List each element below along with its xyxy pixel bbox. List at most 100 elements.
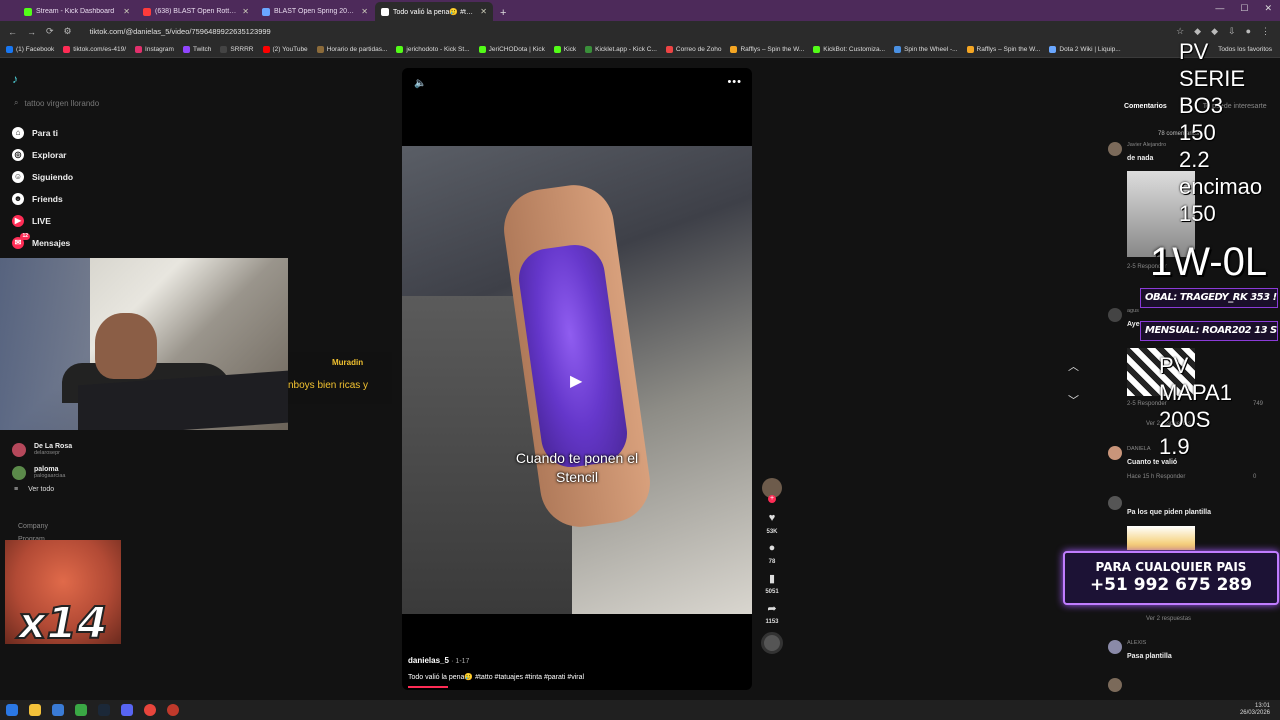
bookmark-icon: ▮ [768, 573, 776, 585]
bookmark-item[interactable]: jerichodoto - Kick St... [396, 46, 470, 53]
close-tab-icon[interactable]: ✕ [361, 7, 368, 16]
author-avatar[interactable] [762, 478, 782, 503]
profile-icon[interactable]: ● [1246, 26, 1251, 37]
sidebar-item-explorar[interactable]: ◎ Explorar [12, 144, 73, 166]
app-icon[interactable] [75, 704, 87, 716]
video-frame[interactable]: ▶ Cuando te ponen el Stencil [402, 146, 752, 614]
browser-tab[interactable]: Todo valió la pena🥲 #tatto ✕ [375, 2, 493, 21]
close-icon[interactable]: ✕ [1264, 3, 1272, 14]
view-replies[interactable]: Ver 2 respuestas [1146, 616, 1191, 622]
window-controls: — ☐ ✕ [1215, 3, 1272, 14]
steam-icon[interactable] [98, 704, 110, 716]
more-options-icon[interactable]: ••• [727, 76, 742, 88]
bookmark-item[interactable]: Twitch [182, 46, 211, 53]
comment-image[interactable] [1127, 526, 1195, 550]
search-input[interactable]: ⌕ tattoo virgen llorando [14, 98, 99, 108]
comment-likes[interactable]: 749 [1253, 401, 1263, 407]
comment-button[interactable]: ● 78 [769, 542, 776, 565]
notification-badge: 12 [20, 233, 30, 240]
bookmark-item[interactable]: Rafflys – Spin the W... [730, 46, 804, 53]
avatar[interactable] [1108, 496, 1122, 510]
bookmark-item[interactable]: Spin the Wheel -... [894, 46, 958, 53]
webcam-chair [0, 258, 90, 430]
site-info-icon[interactable]: ⚙ [64, 26, 72, 37]
bookmark-item[interactable]: KickBot: Customiza... [813, 46, 885, 53]
footer-link[interactable]: Company [18, 520, 48, 533]
avatar[interactable] [1108, 308, 1122, 322]
volume-icon[interactable]: 🔈 [414, 78, 426, 89]
minimize-icon[interactable]: — [1215, 3, 1224, 14]
sidebar-item-para-ti[interactable]: ⌂ Para ti [12, 122, 73, 144]
close-tab-icon[interactable]: ✕ [123, 7, 130, 16]
like-button[interactable]: ♥ 53K [766, 512, 777, 535]
reload-icon[interactable]: ⟳ [46, 26, 54, 37]
sidebar-item-friends[interactable]: ☻ Friends [12, 188, 73, 210]
webcam-overlay [0, 258, 288, 430]
bookmark-item[interactable]: (2) YouTube [262, 46, 308, 53]
bookmark-item[interactable]: Kick [553, 46, 576, 53]
chrome-icon[interactable] [144, 704, 156, 716]
file-explorer-icon[interactable] [29, 704, 41, 716]
bookmark-favicon-icon [135, 46, 143, 53]
chevron-down-icon[interactable]: ﹀ [1068, 392, 1079, 408]
tab-comments[interactable]: Comentarios [1124, 103, 1167, 110]
music-disc-icon[interactable] [761, 632, 783, 654]
close-tab-icon[interactable]: ✕ [242, 7, 249, 16]
menu-icon[interactable]: ⋮ [1261, 26, 1270, 37]
extension-icon[interactable]: ◆ [1211, 26, 1218, 37]
following-item[interactable]: paloma palogaarciaa [12, 461, 72, 484]
sidebar-item-mensajes[interactable]: ✉ 12 Mensajes [12, 232, 73, 254]
comment-likes[interactable]: 0 [1253, 474, 1256, 480]
bookmark-item[interactable]: (1) Facebook [6, 46, 54, 53]
video-author[interactable]: danielas_5 · 1-17 [408, 656, 469, 665]
sidebar-item-siguiendo[interactable]: ☺ Siguiendo [12, 166, 73, 188]
following-list: De La Rosa delarosepr paloma palogaarciaa ≡ V… [12, 438, 72, 493]
bookmark-item[interactable]: JeriCHODota | Kick [478, 46, 545, 53]
browser-tab[interactable]: BLAST Open Spring 2026 - Liqu✕ [256, 2, 374, 21]
download-icon[interactable]: ⇩ [1228, 26, 1236, 37]
new-tab-icon[interactable]: + [494, 7, 512, 21]
video-progress-bar[interactable] [408, 686, 448, 688]
bookmark-item[interactable]: Kicklet.app - Kick C... [585, 46, 657, 53]
share-button[interactable]: ➦ 1153 [765, 602, 778, 625]
following-item[interactable]: De La Rosa delarosepr [12, 438, 72, 461]
save-button[interactable]: ▮ 5051 [765, 572, 778, 595]
back-icon[interactable]: ← [8, 27, 17, 37]
browser-tab[interactable]: Stream - Kick Dashboard ✕ [18, 2, 136, 21]
chevron-up-icon[interactable]: ︿ [1068, 358, 1079, 374]
avatar[interactable] [1108, 678, 1122, 692]
avatar [12, 465, 26, 480]
bookmark-item[interactable]: Horario de partidas... [316, 46, 387, 53]
bookmark-item[interactable]: Correo de Zoho [665, 46, 721, 53]
bookmark-item[interactable]: tiktok.com/es-419/ [63, 46, 126, 53]
avatar[interactable] [1108, 142, 1122, 156]
system-tray[interactable]: 13:01 26/03/2026 [1240, 703, 1270, 717]
sidebar-item-live[interactable]: ▶ LIVE [12, 210, 73, 232]
chat-overlay: Muradin nboys bien ricas y [288, 352, 392, 404]
maximize-icon[interactable]: ☐ [1240, 3, 1248, 14]
tiktok-logo-icon[interactable]: ♪ [12, 72, 18, 86]
close-tab-icon[interactable]: ✕ [480, 7, 487, 16]
avatar[interactable] [1108, 446, 1122, 460]
bookmark-item[interactable]: Instagram [135, 46, 174, 53]
video-player[interactable]: 🔈 ••• ▶ Cuando te ponen el Stencil danie… [402, 68, 752, 690]
bookmark-item[interactable]: Rafflys – Spin the W... [966, 46, 1040, 53]
app-icon[interactable] [52, 704, 64, 716]
see-all-button[interactable]: ≡ Ver todo [12, 486, 72, 493]
play-icon[interactable]: ▶ [570, 371, 582, 391]
nav-icon: ⌂ [12, 127, 24, 139]
discord-icon[interactable] [121, 704, 133, 716]
avatar[interactable] [1108, 640, 1122, 654]
address-bar[interactable]: tiktok.com/@danielas_5/video/75964899226… [90, 27, 1166, 36]
tab-favicon-icon [381, 7, 389, 16]
bookmark-item[interactable]: Dota 2 Wiki | Liquip... [1049, 46, 1121, 53]
avatar [12, 442, 26, 457]
obs-icon[interactable] [167, 704, 179, 716]
start-icon[interactable] [6, 704, 18, 716]
bookmark-item[interactable]: SRRRR [220, 46, 254, 53]
star-icon[interactable]: ☆ [1176, 26, 1184, 37]
nav-icon: ▶ [12, 215, 24, 227]
extension-icon[interactable]: ◆ [1194, 26, 1201, 37]
forward-icon[interactable]: → [27, 27, 36, 37]
browser-tab[interactable]: (638) BLAST Open Rotterdam✕ [137, 2, 255, 21]
